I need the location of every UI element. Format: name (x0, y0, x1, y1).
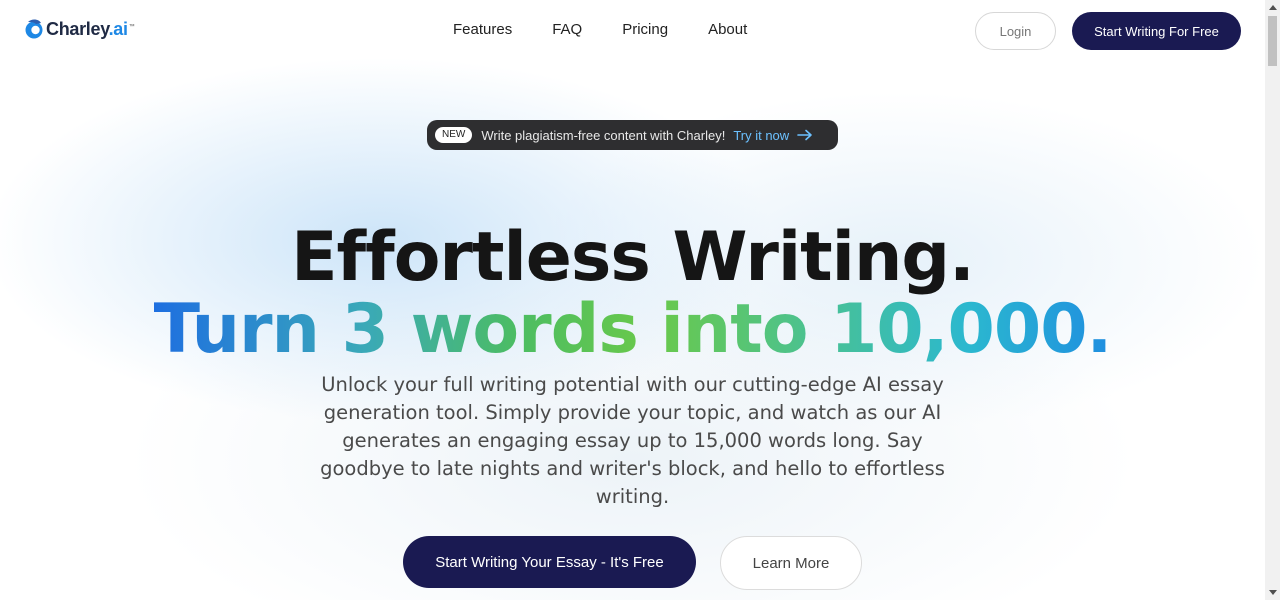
nav-features[interactable]: Features (453, 21, 512, 38)
announcement-banner[interactable]: NEW Write plagiatism-free content with C… (427, 120, 838, 150)
vertical-scrollbar[interactable] (1265, 0, 1280, 600)
arrow-right-icon (797, 129, 812, 141)
learn-more-button[interactable]: Learn More (720, 536, 862, 590)
logo-trademark: ™ (128, 24, 135, 30)
nav-about[interactable]: About (708, 21, 747, 38)
charley-logo-icon (25, 19, 43, 39)
logo-text: Charley.ai (46, 18, 128, 39)
main-nav: Features FAQ Pricing About (453, 21, 747, 38)
announcement-text: Write plagiatism-free content with Charl… (481, 127, 726, 143)
nav-faq[interactable]: FAQ (552, 21, 582, 38)
scroll-up-icon[interactable] (1265, 0, 1280, 15)
new-badge: NEW (435, 127, 473, 143)
login-button[interactable]: Login (975, 12, 1056, 50)
logo[interactable]: Charley.ai ™ (24, 18, 135, 40)
hero-subtitle-gradient: Turn 3 words into 10,000. (153, 290, 1113, 369)
site-header: Charley.ai ™ Features FAQ Pricing About … (0, 0, 1265, 62)
hero-description: Unlock your full writing potential with … (320, 373, 945, 508)
scroll-down-icon[interactable] (1265, 585, 1280, 600)
start-writing-essay-button[interactable]: Start Writing Your Essay - It's Free (403, 536, 696, 588)
start-writing-free-button[interactable]: Start Writing For Free (1072, 12, 1241, 50)
hero-title: Effortless Writing. (291, 218, 975, 297)
page: Charley.ai ™ Features FAQ Pricing About … (0, 0, 1265, 600)
nav-pricing[interactable]: Pricing (622, 21, 668, 38)
scrollbar-thumb[interactable] (1268, 16, 1277, 66)
try-it-now-link[interactable]: Try it now (733, 128, 789, 143)
